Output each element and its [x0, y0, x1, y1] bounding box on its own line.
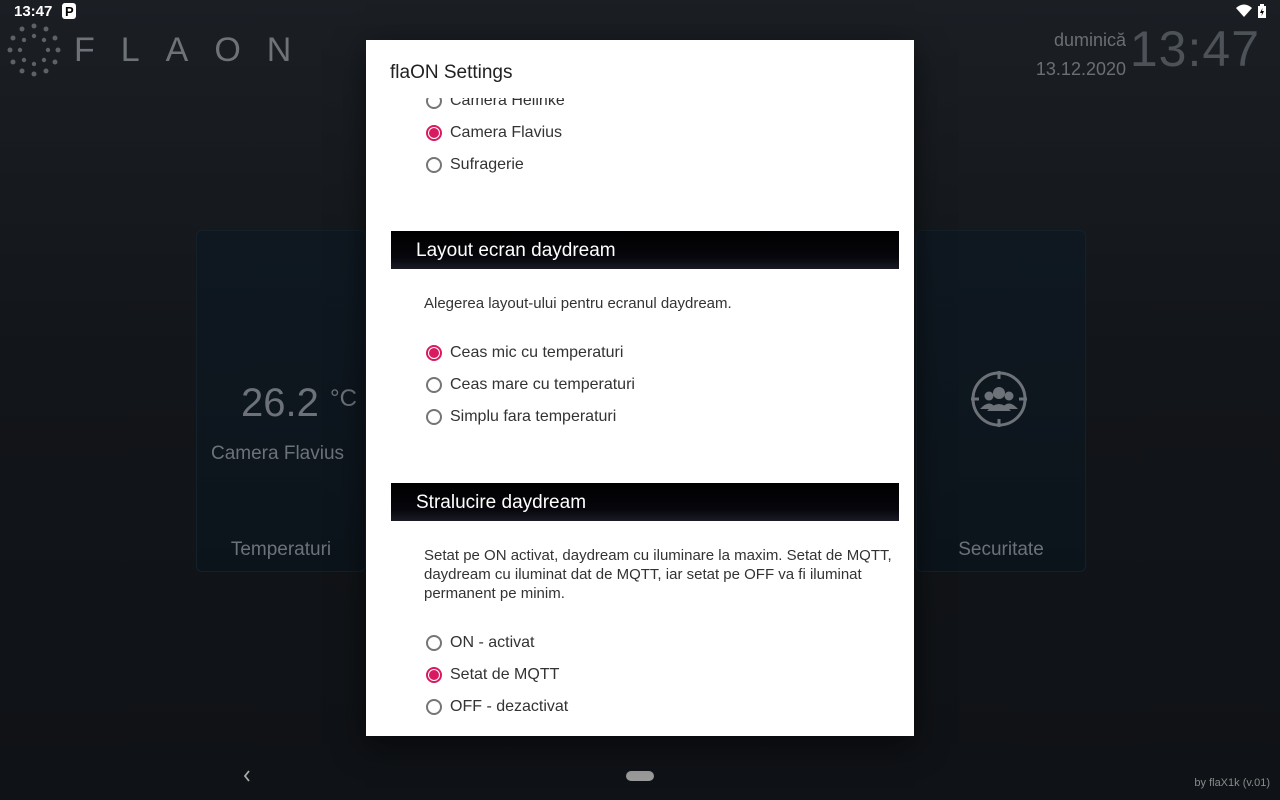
- section-header-layout: Layout ecran daydream: [391, 231, 899, 269]
- radio-label: Simplu fara temperaturi: [450, 408, 617, 425]
- radio-label: Ceas mic cu temperaturi: [450, 344, 624, 361]
- temperature-card-label: Temperaturi: [230, 539, 332, 560]
- radio-button-checked[interactable]: [426, 345, 442, 361]
- status-icons: [1236, 4, 1266, 18]
- nav-back-icon[interactable]: [240, 766, 254, 786]
- security-group-icon: [971, 371, 1027, 427]
- radio-button[interactable]: [426, 377, 442, 393]
- radio-label: Ceas mare cu temperaturi: [450, 376, 635, 393]
- status-time: 13:47: [14, 3, 53, 20]
- radio-button-checked[interactable]: [426, 125, 442, 141]
- date-value: 13.12.2020: [1035, 59, 1126, 79]
- section-description-brightness: Setat pe ON activat, daydream cu ilumina…: [424, 547, 892, 602]
- radio-option-layout[interactable]: Simplu fara temperaturi: [426, 408, 616, 426]
- radio-button[interactable]: [426, 635, 442, 651]
- radio-button[interactable]: [426, 157, 442, 173]
- battery-icon: [1258, 4, 1266, 18]
- radio-label: Setat de MQTT: [450, 666, 560, 683]
- status-bar: 13:47 P: [0, 0, 1280, 24]
- temperature-room: Camera Flavius: [211, 443, 345, 464]
- section-header-brightness: Stralucire daydream: [391, 483, 899, 521]
- radio-option-layout[interactable]: Ceas mic cu temperaturi: [426, 344, 623, 362]
- radio-label: OFF - dezactivat: [450, 698, 569, 715]
- section-description-layout: Alegerea layout-ului pentru ecranul dayd…: [424, 295, 732, 312]
- logo-text: FLAON: [74, 30, 318, 69]
- day-name: duminică: [1053, 30, 1126, 50]
- radio-option-brightness[interactable]: ON - activat: [426, 634, 534, 652]
- flaon-logo-icon: [7, 23, 61, 77]
- radio-option-brightness[interactable]: Setat de MQTT: [426, 666, 559, 684]
- settings-dialog: flaON Settings Camera Helinke Camera Fla…: [366, 40, 914, 736]
- radio-option-layout[interactable]: Ceas mare cu temperaturi: [426, 376, 635, 394]
- radio-button[interactable]: [426, 409, 442, 425]
- credit-text: by flaX1k (v.01): [1194, 777, 1270, 789]
- security-card[interactable]: Securitate: [916, 230, 1086, 572]
- radio-option-room[interactable]: Camera Flavius: [426, 124, 562, 142]
- radio-label: ON - activat: [450, 634, 535, 651]
- svg-text:P: P: [65, 4, 74, 19]
- date-block: duminică 13.12.2020: [1036, 26, 1126, 84]
- temperature-number: 26.2: [241, 381, 319, 425]
- temperature-value: 26.2 °C: [241, 381, 357, 426]
- dialog-header-area: flaON Settings: [366, 40, 914, 98]
- temperature-card[interactable]: 26.2 °C Camera Flavius Temperaturi: [196, 230, 366, 572]
- temperature-unit: °C: [329, 385, 357, 412]
- parking-notification-icon: P: [62, 3, 76, 19]
- radio-button-checked[interactable]: [426, 667, 442, 683]
- app-logo: FLAON: [6, 22, 317, 78]
- radio-label: Sufragerie: [450, 156, 524, 173]
- big-clock: 13:47: [1129, 21, 1260, 77]
- dialog-title: flaON Settings: [390, 62, 513, 83]
- radio-button[interactable]: [426, 699, 442, 715]
- security-card-label: Securitate: [958, 539, 1044, 560]
- wifi-icon: [1236, 4, 1252, 17]
- nav-home-button[interactable]: [626, 771, 654, 781]
- radio-label: Camera Flavius: [450, 124, 563, 141]
- radio-option-brightness[interactable]: OFF - dezactivat: [426, 698, 568, 716]
- radio-option-room[interactable]: Sufragerie: [426, 156, 524, 174]
